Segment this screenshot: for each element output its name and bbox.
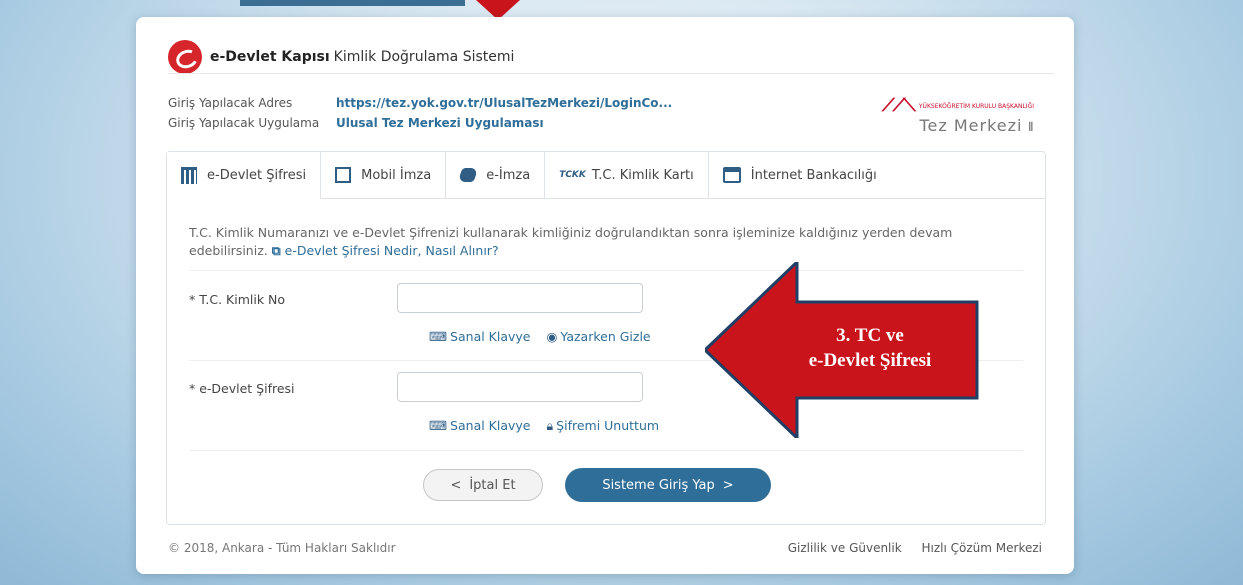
tab-internet-bankaciligi[interactable]: İnternet Bankacılığı: [709, 152, 891, 198]
address-value: https://tez.yok.gov.tr/UlusalTezMerkezi/…: [336, 96, 673, 110]
e-signature-icon: [457, 168, 479, 182]
bank-card-icon: [722, 167, 741, 183]
footer: © 2018, Ankara - Tüm Hakları Saklıdır Gi…: [168, 541, 1042, 555]
e-devlet-logo-icon: [168, 40, 202, 74]
forgot-password-link[interactable]: 🔒︎ Şifremi Unuttum: [547, 418, 660, 434]
forgot-password-label: Şifremi Unuttum: [556, 418, 660, 433]
annotation-line-2: e-Devlet Şifresi: [808, 350, 932, 371]
help-center-link[interactable]: Hızlı Çözüm Merkezi: [922, 541, 1042, 555]
e-devlet-password-input[interactable]: [397, 372, 643, 402]
keypad-icon: [181, 166, 197, 184]
tc-kimlik-input[interactable]: [397, 283, 643, 313]
id-card-icon: TCKK: [559, 170, 586, 180]
virtual-keyboard-link[interactable]: ⌨ Sanal Klavye: [429, 329, 531, 344]
privacy-link[interactable]: Gizlilik ve Güvenlik: [788, 541, 902, 555]
auth-tabs: e-Devlet Şifresi Mobil İmza e-İmza TCKK …: [167, 152, 1045, 199]
target-info: Giriş Yapılacak Adres https://tez.yok.go…: [168, 93, 672, 133]
tab-e-devlet-sifresi[interactable]: e-Devlet Şifresi: [167, 152, 322, 199]
partner-logo: ⟋⟋⟍ YÜKSEKÖĞRETİM KURULU BAŞKANLIĞI Tez …: [864, 95, 1034, 140]
brand-subtitle: Kimlik Doğrulama Sistemi: [333, 49, 515, 65]
help-link[interactable]: ⧉ e-Devlet Şifresi Nedir, Nasıl Alınır?: [272, 243, 499, 258]
tab-mobil-imza[interactable]: Mobil İmza: [321, 152, 447, 198]
help-link-label: e-Devlet Şifresi Nedir, Nasıl Alınır?: [284, 243, 499, 258]
tab-label: e-İmza: [486, 167, 531, 183]
tab-label: Mobil İmza: [361, 167, 432, 183]
mobile-signature-icon: [335, 167, 352, 183]
brand-title: e-Devlet Kapısı: [210, 49, 330, 65]
tc-field-links: ⌨ Sanal Klavye ◉ Yazarken Gizle: [429, 329, 651, 344]
virtual-keyboard-link[interactable]: ⌨ Sanal Klavye: [429, 418, 531, 434]
footer-links: Gizlilik ve Güvenlik Hızlı Çözüm Merkezi: [772, 541, 1042, 555]
annotation-line-1: 3. TC ve: [836, 325, 904, 346]
tab-label: e-Devlet Şifresi: [207, 167, 307, 183]
app-label: Giriş Yapılacak Uygulama: [168, 116, 320, 130]
eye-slash-icon: ◉: [546, 329, 558, 344]
brand-header: e-Devlet Kapısı Kimlik Doğrulama Sistemi: [168, 39, 514, 75]
virtual-keyboard-label: Sanal Klavye: [450, 329, 531, 344]
chevron-right-icon: >: [722, 477, 734, 493]
top-banner-bar: [240, 0, 465, 6]
yok-logo-icon: ⟋⟋⟍: [881, 95, 916, 116]
keyboard-icon: ⌨: [429, 418, 448, 433]
tab-label: T.C. Kimlik Kartı: [591, 167, 694, 183]
password-label: * e-Devlet Şifresi: [189, 381, 295, 396]
divider: [189, 450, 1023, 451]
book-icon: ⧉: [271, 243, 281, 258]
tab-e-imza[interactable]: e-İmza: [446, 152, 546, 198]
tab-label: İnternet Bankacılığı: [750, 167, 877, 183]
virtual-keyboard-label: Sanal Klavye: [450, 418, 531, 433]
keyboard-icon: ⌨: [429, 329, 448, 344]
copyright-text: © 2018, Ankara - Tüm Hakları Saklıdır: [168, 541, 396, 555]
header-divider: [168, 73, 1054, 74]
partner-name: Tez Merkezi: [919, 116, 1023, 135]
hide-while-typing-link[interactable]: ◉ Yazarken Gizle: [547, 329, 651, 344]
hide-while-typing-label: Yazarken Gizle: [560, 329, 651, 344]
tc-label: * T.C. Kimlik No: [189, 292, 286, 307]
annotation-label: 3. TC ve e-Devlet Şifresi: [770, 323, 970, 373]
password-field-links: ⌨ Sanal Klavye 🔒︎ Şifremi Unuttum: [429, 418, 659, 434]
instruction-text: T.C. Kimlik Numaranızı ve e-Devlet Şifre…: [189, 224, 1019, 260]
chevron-left-icon: <: [450, 477, 462, 493]
login-label: Sisteme Giriş Yap: [602, 477, 715, 493]
tab-tc-kimlik-karti[interactable]: TCKK T.C. Kimlik Kartı: [545, 152, 709, 198]
app-value: Ulusal Tez Merkezi Uygulaması: [336, 116, 544, 130]
yok-logo-text: YÜKSEKÖĞRETİM KURULU BAŞKANLIĞI: [918, 103, 1034, 110]
cancel-label: İptal Et: [469, 477, 516, 493]
cancel-button[interactable]: < İptal Et: [423, 469, 543, 501]
lock-icon: 🔒︎: [546, 418, 554, 433]
login-button[interactable]: Sisteme Giriş Yap >: [565, 468, 771, 502]
address-label: Giriş Yapılacak Adres: [168, 96, 293, 110]
library-icon: 𝍪: [1028, 120, 1034, 135]
